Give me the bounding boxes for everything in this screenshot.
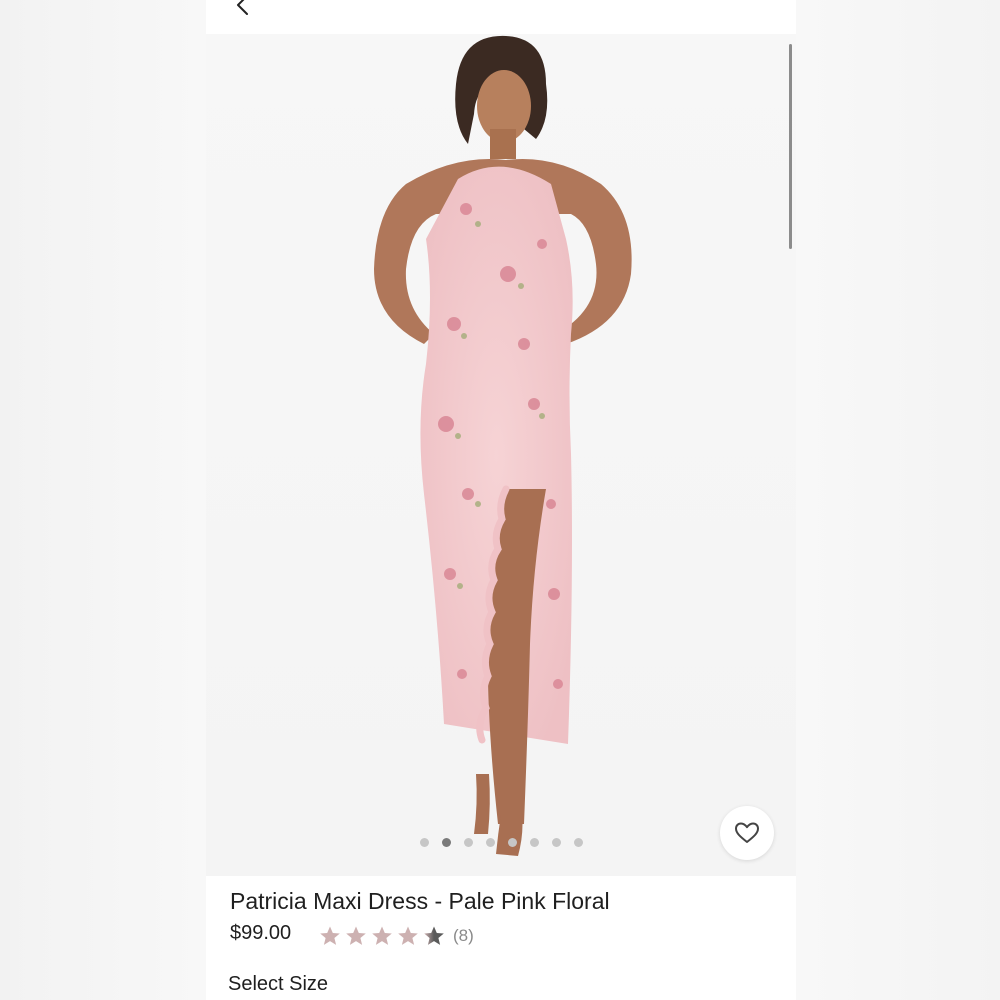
- review-count[interactable]: (8): [453, 926, 474, 946]
- rating-stars: [319, 925, 445, 947]
- product-photo: [374, 35, 632, 856]
- star-icon: [372, 926, 392, 945]
- right-backdrop: [796, 0, 1000, 1000]
- heart-outline-icon: [735, 822, 759, 843]
- image-scrollbar[interactable]: [789, 44, 792, 249]
- product-image-carousel[interactable]: [206, 34, 796, 876]
- favorite-button[interactable]: [720, 806, 774, 860]
- star-icon: [346, 926, 366, 945]
- carousel-dot[interactable]: [486, 837, 495, 847]
- carousel-dot[interactable]: [442, 837, 451, 847]
- chevron-left-icon: [237, 0, 248, 15]
- star-icon: [424, 926, 444, 945]
- carousel-pagination[interactable]: [420, 837, 583, 847]
- star-icon: [398, 926, 418, 945]
- star-icon: [320, 926, 340, 945]
- left-backdrop: [0, 0, 206, 1000]
- carousel-dot[interactable]: [574, 837, 583, 847]
- product-rating[interactable]: (8): [319, 925, 474, 947]
- carousel-dot[interactable]: [420, 837, 429, 847]
- back-button[interactable]: [228, 0, 258, 20]
- product-page: Patricia Maxi Dress - Pale Pink Floral $…: [206, 0, 796, 1000]
- product-title: Patricia Maxi Dress - Pale Pink Floral: [230, 888, 610, 914]
- top-bar: [206, 0, 796, 34]
- carousel-dot[interactable]: [464, 837, 473, 847]
- product-price: $99.00: [230, 922, 292, 944]
- carousel-dot[interactable]: [508, 837, 517, 847]
- carousel-dot[interactable]: [552, 837, 561, 847]
- carousel-dot[interactable]: [530, 837, 539, 847]
- select-size-label: Select Size: [228, 973, 329, 995]
